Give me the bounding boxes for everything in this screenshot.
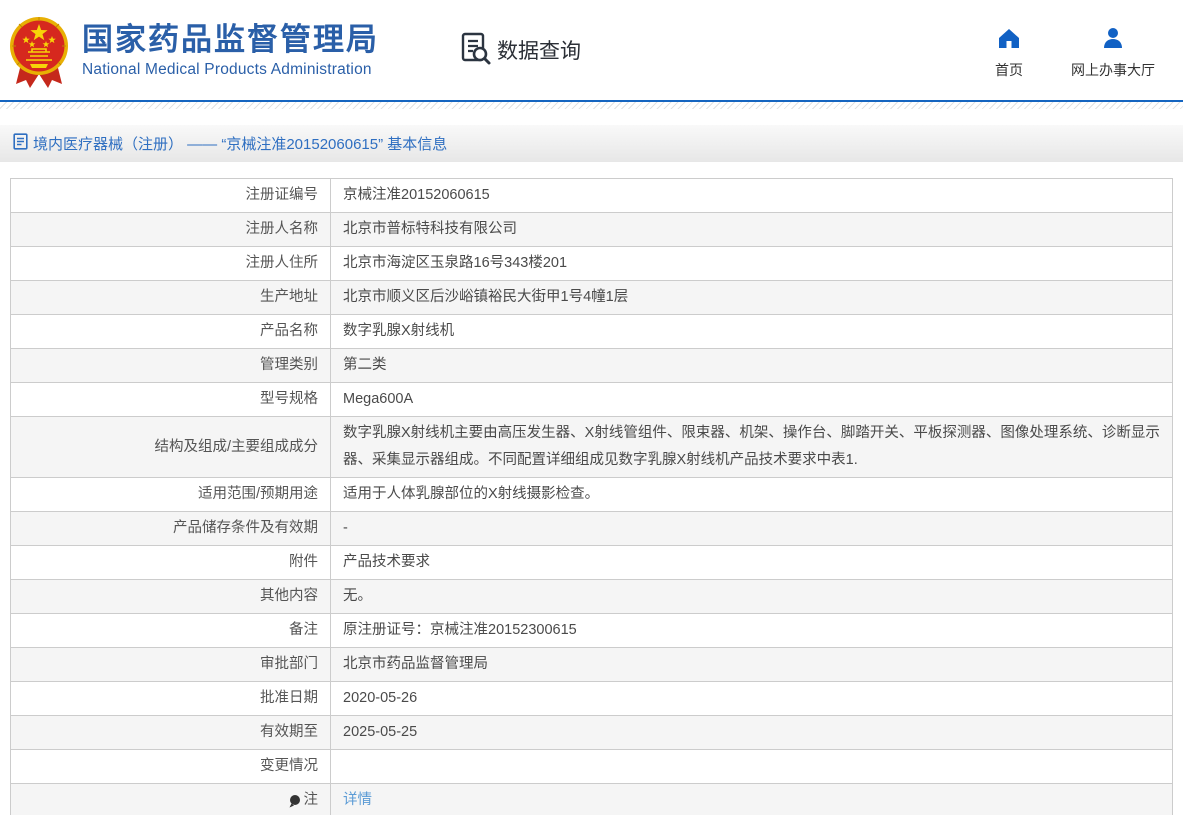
row-label: 审批部门 [11,648,331,681]
row-value: 无。 [343,588,372,604]
row-value [331,750,1172,783]
row-label: 产品名称 [11,315,331,348]
bulb-icon [288,794,301,809]
breadcrumb-bar: 境内医疗器械（注册） —— “京械注准20152060615” 基本信息 [0,125,1183,162]
row-label: 备注 [11,614,331,647]
data-query-label: 数据查询 [497,40,581,63]
row-label: 注 [11,784,331,815]
table-row: 注册证编号 京械注准20152060615 [11,179,1172,213]
row-value: 数字乳腺X射线机主要由高压发生器、X射线管组件、限束器、机架、操作台、脚踏开关、… [343,425,1160,468]
document-search-icon [457,30,493,71]
row-value: 2025-05-25 [343,724,418,740]
row-value: - [343,520,348,536]
info-table: 注册证编号 京械注准20152060615 注册人名称 北京市普标特科技有限公司 注册人… [10,178,1173,815]
table-row: 适用范围/预期用途 适用于人体乳腺部位的X射线摄影检查。 [11,478,1172,512]
row-label: 结构及组成/主要组成成分 [11,417,331,477]
page-title: 境内医疗器械（注册） —— “京械注准20152060615” 基本信息 [33,136,448,153]
row-label: 适用范围/预期用途 [11,478,331,511]
table-row: 其他内容 无。 [11,580,1172,614]
national-emblem-logo [8,10,70,90]
row-value: 2020-05-26 [343,690,418,706]
table-row: 产品储存条件及有效期 - [11,512,1172,546]
header-hatch-strip [0,102,1183,109]
row-label: 型号规格 [11,383,331,416]
table-row: 注册人名称 北京市普标特科技有限公司 [11,213,1172,247]
row-label: 产品储存条件及有效期 [11,512,331,545]
nav-item-service-hall-label: 网上办事大厅 [1071,61,1155,78]
table-row: 备注 原注册证号：京械注准20152300615 [11,614,1172,648]
row-value: 数字乳腺X射线机 [343,323,455,339]
table-row: 有效期至 2025-05-25 [11,716,1172,750]
row-value: 北京市普标特科技有限公司 [343,221,517,237]
row-value: 产品技术要求 [343,554,430,570]
row-label: 注册人住所 [11,247,331,280]
row-value: 北京市海淀区玉泉路16号343楼201 [343,255,568,271]
table-row: 附件 产品技术要求 [11,546,1172,580]
brand-text: 国家药品监督管理局 National Medical Products Admi… [82,22,379,79]
row-value: 原注册证号：京械注准20152300615 [343,622,577,638]
row-label: 其他内容 [11,580,331,613]
nav-item-home-label: 首页 [995,61,1023,78]
row-label: 注册人名称 [11,213,331,246]
row-value: 第二类 [343,357,387,373]
row-label: 管理类别 [11,349,331,382]
table-row: 产品名称 数字乳腺X射线机 [11,315,1172,349]
user-icon [1101,27,1125,54]
row-value: 适用于人体乳腺部位的X射线摄影检查。 [343,486,600,502]
row-label: 有效期至 [11,716,331,749]
table-row: 变更情况 [11,750,1172,784]
row-value: 北京市顺义区后沙峪镇裕民大街甲1号4幢1层 [343,289,629,305]
row-value: 北京市药品监督管理局 [343,656,488,672]
row-label: 附件 [11,546,331,579]
row-label: 生产地址 [11,281,331,314]
table-row: 型号规格 Mega600A [11,383,1172,417]
table-row: 管理类别 第二类 [11,349,1172,383]
site-header: 国家药品监督管理局 National Medical Products Admi… [0,0,1183,100]
data-query-entry[interactable]: 数据查询 [457,30,581,71]
table-row: 注详情 [11,784,1172,815]
row-label: 批准日期 [11,682,331,715]
site-title: 国家药品监督管理局 [82,21,379,57]
home-icon [997,27,1021,54]
row-value: Mega600A [343,391,414,407]
table-row: 批准日期 2020-05-26 [11,682,1172,716]
table-row: 审批部门 北京市药品监督管理局 [11,648,1172,682]
row-value: 京械注准20152060615 [343,187,490,203]
table-row: 结构及组成/主要组成成分 数字乳腺X射线机主要由高压发生器、X射线管组件、限束器、… [11,417,1172,478]
top-nav: 首页 网上办事大厅 [995,27,1155,80]
table-row: 注册人住所 北京市海淀区玉泉路16号343楼201 [11,247,1172,281]
site-subtitle: National Medical Products Administration [82,60,372,78]
page: 国家药品监督管理局 National Medical Products Admi… [0,0,1183,815]
table-row: 生产地址 北京市顺义区后沙峪镇裕民大街甲1号4幢1层 [11,281,1172,315]
nav-item-service-hall[interactable]: 网上办事大厅 [1071,27,1155,80]
row-label: 变更情况 [11,750,331,783]
national-emblem-icon [10,17,68,88]
page-document-icon [13,132,28,155]
row-label: 注册证编号 [11,179,331,212]
row-value: 详情 [331,784,1172,815]
detail-link[interactable]: 详情 [343,787,372,814]
nav-item-home[interactable]: 首页 [995,27,1023,80]
